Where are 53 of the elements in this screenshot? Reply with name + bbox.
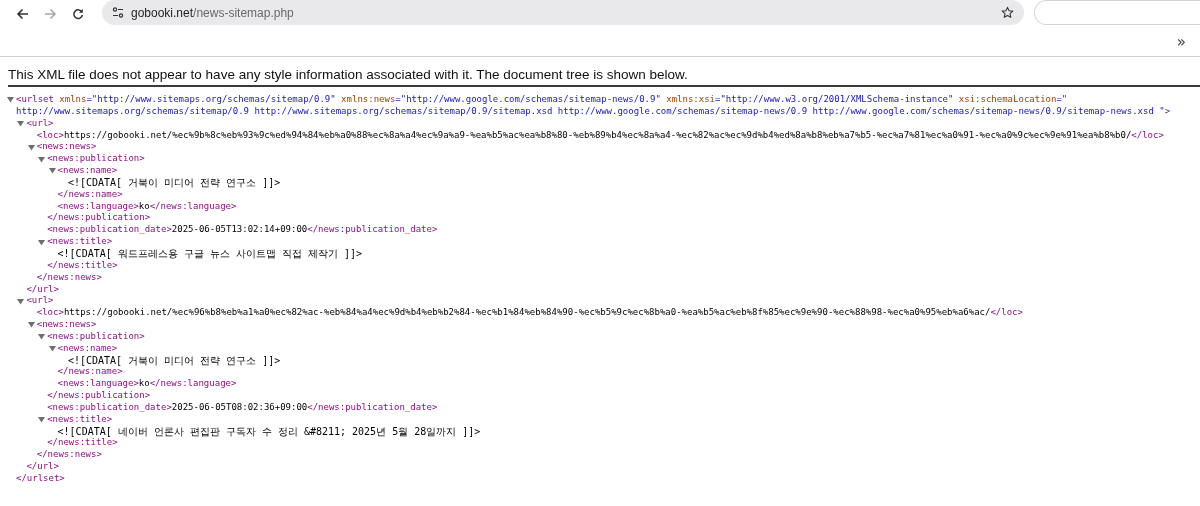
xml-line: </news:publication> (47, 212, 152, 225)
bookmarks-overflow-button[interactable]: » (1174, 33, 1188, 51)
xml-line: <news:news> (36, 319, 97, 331)
toggle-icon[interactable] (17, 120, 25, 128)
xml-line: </news:news> (36, 271, 103, 284)
toggle-icon[interactable] (38, 155, 46, 163)
xml-line: </urlset> (16, 473, 66, 485)
xml-line: </news:name> (57, 366, 124, 379)
xml-line: </url> (26, 461, 60, 473)
site-info-icon[interactable] (112, 7, 124, 18)
toggle-icon[interactable] (48, 167, 56, 175)
xml-line: </news:title> (47, 437, 119, 450)
star-icon[interactable] (1001, 6, 1014, 19)
notice-text: This XML file does not appear to have any style information associated with it. The document tree is shown below. (8, 67, 1200, 87)
xml-line: </url> (26, 283, 60, 296)
toggle-icon[interactable] (27, 143, 35, 151)
xml-line: <news:publication_date>2025-06-05T13:02:14+09:00</news:publication_date> (47, 224, 439, 237)
xml-line: <news:name> (57, 342, 118, 355)
xml-line: </news:name> (57, 188, 124, 201)
xml-line: <news:language>ko</news:language> (57, 200, 238, 213)
xml-line: <news:title> (47, 236, 113, 248)
xml-line: <news:publication_date>2025-06-05T08:02:36+09:00</news:publication_date> (47, 401, 439, 414)
toggle-icon[interactable] (48, 345, 56, 353)
toggle-icon[interactable] (38, 238, 46, 246)
xml-line: </news:news> (36, 449, 103, 462)
xml-line: <news:publication> (47, 153, 145, 166)
xml-line: <url> (26, 117, 54, 130)
xml-line: http://www.sitemaps.org/schemas/sitemap/0.9 http://www.sitemaps.org/schemas/sitemap/0.9/sitemap.xsd http://www.google.com/schemas/sitemap-news/0.9 http://www.google.com/schemas/sitemap-news/0.9/sitemap-news.xsd "> (16, 105, 1172, 118)
xml-line: </news:title> (47, 259, 119, 272)
xml-line: <news:name> (57, 165, 118, 177)
url-text: gobooki.net/news-sitemap.php (131, 5, 295, 20)
reload-icon (72, 8, 84, 20)
toggle-icon[interactable] (17, 297, 25, 305)
xml-line: <![CDATA[ 워드프레스용 구글 뉴스 사이트맵 직접 제작기 ]]> (57, 247, 363, 260)
xml-line: <loc>https://gobooki.net/%ec%96%b8%eb%a1%a0%ec%82%ac-%eb%84%a4%ec%9d%b4%eb%b2%84-%ec%b1%84%eb%84%90-%ec%b5%9c%ec%8b%a0-%ea%b5%ac%eb%8f%85%ec%9e%90-%ec%88%98-%ec%a0%95%eb%a6%ac/</loc> (36, 307, 1024, 320)
toggle-icon[interactable] (38, 333, 46, 341)
forward-icon (43, 8, 57, 20)
xml-line: <loc>https://gobooki.net/%ec%9b%8c%eb%93%9c%ed%94%84%eb%a0%88%ec%8a%a4%ec%9a%a9-%ea%b5%ac%ea%b8%80-%eb%89%b4%ec%8a%a4-%ec%82%ac%ec%9d%b4%ed%8a%b8%eb%a7%b5-%ec%a7%81%ec%a0%91-%ec%a0%9c%ec%9e%91%ea%b8%b0/</loc> (36, 129, 1165, 142)
back-icon (15, 8, 29, 20)
xml-line: <news:publication> (47, 330, 145, 343)
xml-line: <news:language>ko</news:language> (57, 378, 238, 391)
xml-line: <![CDATA[ 거북이 미디어 전략 연구소 ]]> (67, 176, 282, 189)
toggle-icon[interactable] (38, 416, 46, 424)
xml-line: <![CDATA[ 네이버 언론사 편집판 구독자 수 정리 &#8211; 2025년 5월 28일까지 ]]> (57, 425, 482, 438)
xml-line: <news:title> (47, 413, 113, 426)
toggle-icon[interactable] (27, 321, 35, 329)
xml-line: <url> (26, 295, 54, 308)
xml-line: <![CDATA[ 거북이 미디어 전략 연구소 ]]> (67, 354, 282, 367)
xml-line: <news:news> (36, 141, 97, 154)
xml-line: <urlset xmlns="http://www.sitemaps.org/schemas/sitemap/0.9" xmlns:news="http://www.google.com/schemas/sitemap-news/0.9" xmlns:xsi="http://www.w3.org/2001/XMLSchema-instance" xsi:schemaLocation=" (16, 94, 1068, 106)
xml-line: </news:publication> (47, 390, 152, 402)
toggle-icon[interactable] (7, 96, 14, 104)
address-bar[interactable]: gobooki.net/news-sitemap.php (102, 0, 1024, 25)
